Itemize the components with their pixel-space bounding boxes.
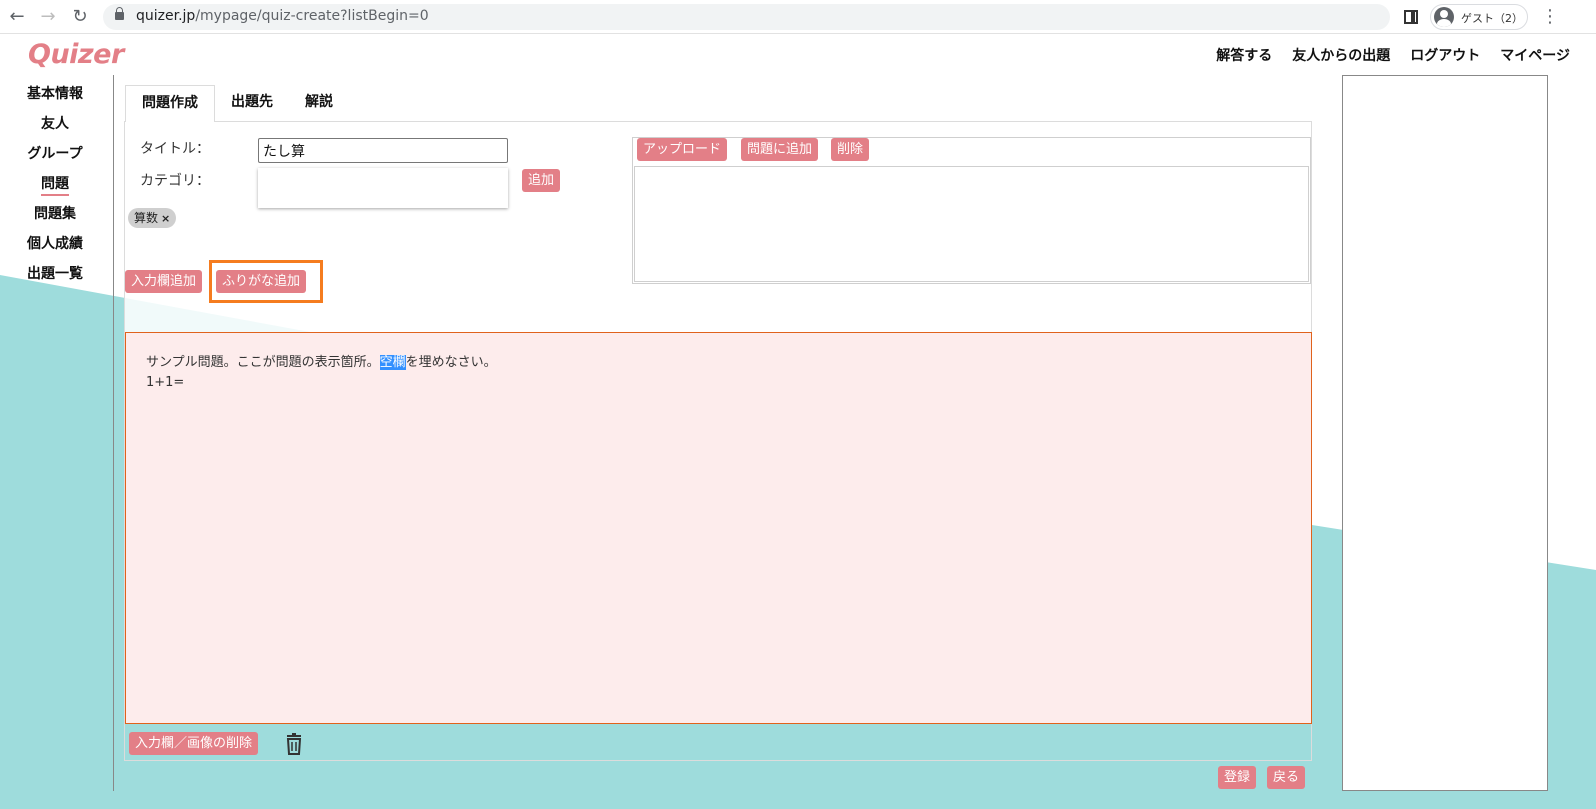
side-panel-icon[interactable] — [1404, 10, 1418, 24]
category-chip-label: 算数 — [134, 211, 159, 225]
nav-logout[interactable]: ログアウト — [1410, 45, 1480, 65]
profile-button[interactable]: ゲスト（2） — [1430, 4, 1528, 30]
tab-explanation[interactable]: 解説 — [289, 85, 349, 122]
sidebar-item-questions[interactable]: 問題 — [0, 175, 110, 205]
forward-arrow-icon[interactable]: → — [37, 6, 59, 28]
nav-answer[interactable]: 解答する — [1216, 45, 1272, 65]
category-label: カテゴリ： — [140, 173, 210, 189]
add-to-question-button[interactable]: 問題に追加 — [741, 138, 819, 161]
right-side-panel — [1342, 75, 1548, 791]
avatar-icon — [1434, 7, 1454, 27]
tab-bar: 問題作成 出題先 解説 — [125, 85, 349, 122]
top-nav: 解答する 友人からの出題 ログアウト マイページ — [1216, 45, 1570, 65]
editor-content: サンプル問題。ここが問題の表示箇所。空欄を埋めなさい。 1+1= — [146, 355, 497, 390]
highlight-frame — [209, 260, 323, 303]
upload-button[interactable]: アップロード — [637, 138, 728, 161]
sidebar-item-groups[interactable]: グループ — [0, 145, 110, 175]
tab-create[interactable]: 問題作成 — [125, 85, 215, 122]
back-button[interactable]: 戻る — [1267, 766, 1306, 789]
sidebar: 基本情報 友人 グループ 問題 問題集 個人成績 出題一覧 — [0, 85, 110, 295]
title-label: タイトル： — [140, 141, 210, 157]
chip-remove-icon[interactable]: × — [161, 212, 170, 225]
delete-input-image-button[interactable]: 入力欄／画像の削除 — [129, 732, 259, 755]
sidebar-divider — [113, 75, 114, 791]
profile-label: ゲスト（2） — [1461, 12, 1523, 25]
add-category-button[interactable]: 追加 — [522, 169, 561, 192]
trash-icon[interactable] — [284, 733, 304, 755]
lock-icon — [115, 7, 124, 20]
title-input[interactable] — [258, 138, 508, 163]
question-editor[interactable]: サンプル問題。ここが問題の表示箇所。空欄を埋めなさい。 1+1= — [125, 332, 1312, 724]
back-arrow-icon[interactable]: ← — [6, 6, 28, 28]
sidebar-item-results[interactable]: 個人成績 — [0, 235, 110, 265]
category-input[interactable] — [258, 168, 508, 208]
logo[interactable]: Quizer — [28, 39, 124, 70]
page: Quizer 解答する 友人からの出題 ログアウト マイページ 基本情報 友人 … — [0, 35, 1596, 809]
sidebar-item-assignments[interactable]: 出題一覧 — [0, 265, 110, 295]
delete-image-button[interactable]: 削除 — [831, 138, 870, 161]
address-bar[interactable]: quizer.jp/mypage/quiz-create?listBegin=0 — [103, 4, 1390, 30]
selected-text: 空欄 — [379, 355, 406, 370]
add-input-field-button[interactable]: 入力欄追加 — [125, 270, 203, 293]
menu-kebab-icon[interactable]: ⋮ — [1541, 6, 1559, 28]
sidebar-item-basic-info[interactable]: 基本情報 — [0, 85, 110, 115]
sidebar-item-question-sets[interactable]: 問題集 — [0, 205, 110, 235]
image-drop-area[interactable] — [634, 166, 1309, 282]
nav-mypage[interactable]: マイページ — [1500, 45, 1570, 65]
nav-from-friends[interactable]: 友人からの出題 — [1292, 45, 1390, 65]
tab-targets[interactable]: 出題先 — [215, 85, 289, 122]
url-text: quizer.jp/mypage/quiz-create?listBegin=0 — [136, 8, 429, 24]
sidebar-item-friends[interactable]: 友人 — [0, 115, 110, 145]
reload-icon[interactable]: ↻ — [69, 6, 91, 28]
category-chip: 算数 × — [128, 208, 177, 228]
browser-toolbar: ← → ↻ quizer.jp/mypage/quiz-create?listB… — [0, 0, 1596, 34]
register-button[interactable]: 登録 — [1218, 766, 1257, 789]
